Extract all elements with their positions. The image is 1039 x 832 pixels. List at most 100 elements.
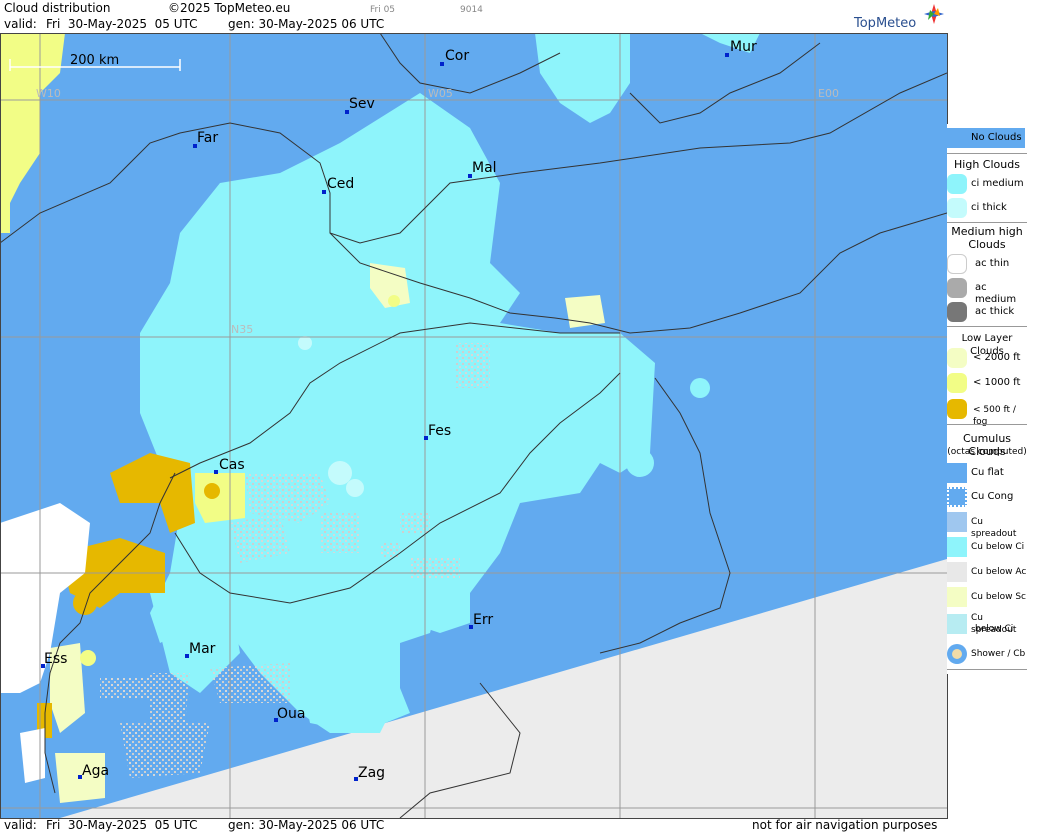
legend-ci-medium: ci medium	[947, 174, 1027, 196]
topmeteo-logo[interactable]: TopMeteo	[852, 0, 947, 33]
legend-ci-thick: ci thick	[947, 198, 1027, 220]
city-sev[interactable]: Sev	[345, 96, 375, 114]
low-1000-swatch	[947, 373, 967, 393]
svg-text:Cas: Cas	[219, 457, 245, 473]
city-mar[interactable]: Mar	[185, 641, 216, 658]
cu-below-ac-label: Cu below Ac	[971, 567, 1027, 577]
legend-ac-medium: ac medium	[947, 278, 1027, 305]
svg-text:Far: Far	[197, 130, 218, 146]
cu-below-ci-label: Cu below Ci	[971, 542, 1025, 552]
city-cor[interactable]: Cor	[440, 48, 469, 66]
city-aga[interactable]: Aga	[78, 763, 109, 779]
low-1000-label: < 1000 ft	[973, 377, 1021, 388]
legend-cu-below-sc: Cu below Sc	[947, 587, 1027, 609]
city-err[interactable]: Err	[469, 612, 493, 629]
legend-cu-cong: Cu Cong	[947, 487, 1027, 509]
generated-time: gen: 30-May-2025 06 UTC	[228, 17, 385, 31]
city-ced[interactable]: Ced	[322, 176, 354, 194]
cu-below-ac-swatch	[947, 562, 967, 582]
svg-text:Err: Err	[473, 612, 493, 628]
header-code-2: 9014	[460, 5, 483, 15]
scale-bar-label: 200 km	[70, 53, 119, 68]
legend-no-clouds: No Clouds	[947, 128, 1027, 150]
low-2000-label: < 2000 ft	[973, 352, 1021, 363]
medium-high-clouds-heading-2: Clouds	[968, 238, 1006, 251]
ci-medium-swatch	[947, 174, 967, 194]
grid-label-n35: N35	[231, 323, 253, 336]
legend-low-2000: < 2000 ft	[947, 348, 1027, 370]
shower-cb-label: Shower / Cb	[971, 649, 1026, 659]
footer-generated-time: gen: 30-May-2025 06 UTC	[228, 818, 385, 832]
svg-text:Sev: Sev	[349, 96, 375, 112]
low-2000-swatch	[947, 348, 967, 368]
city-zag[interactable]: Zag	[354, 765, 385, 781]
svg-text:Ced: Ced	[327, 176, 354, 192]
svg-text:Fes: Fes	[428, 423, 451, 439]
svg-text:Aga: Aga	[82, 763, 109, 779]
legend-cu-spreadout: Cu spreadout	[947, 512, 1027, 539]
ac-thin-swatch	[947, 254, 967, 274]
cu-flat-label: Cu flat	[971, 467, 1004, 478]
svg-text:Cor: Cor	[445, 48, 469, 64]
svg-text:Mar: Mar	[189, 641, 216, 657]
valid-label: valid:	[4, 17, 37, 31]
ci-thick-label: ci thick	[971, 202, 1007, 213]
copyright-text: ©2025 TopMeteo.eu	[168, 1, 291, 15]
cloud-map[interactable]: 200 km W10 W05 E00 N35 Cor Mur Sev Far M…	[0, 32, 948, 819]
cu-below-sc-swatch	[947, 587, 967, 607]
ac-thin-label: ac thin	[975, 258, 1010, 269]
footer-valid-label: valid:	[4, 818, 37, 832]
medium-high-clouds-heading-1: Medium high	[951, 225, 1023, 238]
high-clouds-heading: High Clouds	[954, 158, 1020, 171]
legend-low-1000: < 1000 ft	[947, 373, 1027, 395]
legend-divider	[947, 424, 1027, 425]
legend-divider	[947, 153, 1027, 154]
ci-medium-label: ci medium	[971, 178, 1024, 189]
svg-text:Zag: Zag	[358, 765, 385, 781]
grid-label-w05: W05	[428, 87, 453, 100]
legend-cu-flat: Cu flat	[947, 463, 1027, 485]
cu-below-sc-label: Cu below Sc	[971, 592, 1026, 602]
city-far[interactable]: Far	[193, 130, 218, 148]
ac-thick-swatch	[947, 302, 967, 322]
cu-below-ci-swatch	[947, 537, 967, 557]
cu-spreadout-swatch	[947, 512, 967, 532]
city-ess[interactable]: Ess	[41, 651, 67, 668]
ac-thick-label: ac thick	[975, 306, 1015, 317]
svg-text:Mal: Mal	[472, 160, 497, 176]
svg-text:Oua: Oua	[277, 706, 305, 722]
svg-text:Mur: Mur	[730, 39, 757, 55]
legend-shower-cb: Shower / Cb	[947, 644, 1027, 666]
logo-text: TopMeteo	[854, 16, 917, 31]
cu-cong-swatch	[947, 487, 967, 507]
map-title: Cloud distribution	[4, 1, 111, 15]
legend-ac-thin: ac thin	[947, 254, 1027, 276]
legend-panel: No Clouds High Clouds ci medium ci thick…	[947, 124, 1039, 674]
legend-cu-below-ci: Cu below Ci	[947, 537, 1027, 559]
legend-divider	[947, 669, 1027, 670]
svg-text:Ess: Ess	[44, 651, 67, 667]
footer-valid-time: Fri 30-May-2025 05 UTC	[46, 818, 198, 832]
ci-thick-swatch	[947, 198, 967, 218]
city-cas[interactable]: Cas	[214, 457, 245, 474]
city-fes[interactable]: Fes	[424, 423, 451, 440]
cu-spreadout-below-ci-swatch	[947, 614, 967, 634]
ac-medium-swatch	[947, 278, 967, 298]
octas-computed-note: (octas computed)	[947, 447, 1027, 457]
shower-cb-swatch	[947, 644, 967, 664]
legend-fog: < 500 ft / fog	[947, 399, 1027, 427]
legend-divider	[947, 222, 1027, 223]
footer-bar: valid: Fri 30-May-2025 05 UTC gen: 30-Ma…	[0, 818, 1039, 832]
header-code-1: Fri 05	[370, 5, 396, 15]
city-oua[interactable]: Oua	[274, 706, 305, 722]
fog-swatch	[947, 399, 967, 419]
valid-time: Fri 30-May-2025 05 UTC	[46, 17, 198, 31]
city-mur[interactable]: Mur	[725, 39, 757, 57]
city-mal[interactable]: Mal	[468, 160, 497, 178]
footer-disclaimer: not for air navigation purposes	[752, 818, 938, 832]
legend-cu-below-ac: Cu below Ac	[947, 562, 1027, 584]
legend-cu-spreadout-below-ci: Cu spreadout below Ci	[947, 612, 1027, 638]
cu-flat-swatch	[947, 463, 967, 483]
grid-label-e00: E00	[818, 87, 839, 100]
legend-ac-thick: ac thick	[947, 302, 1027, 324]
